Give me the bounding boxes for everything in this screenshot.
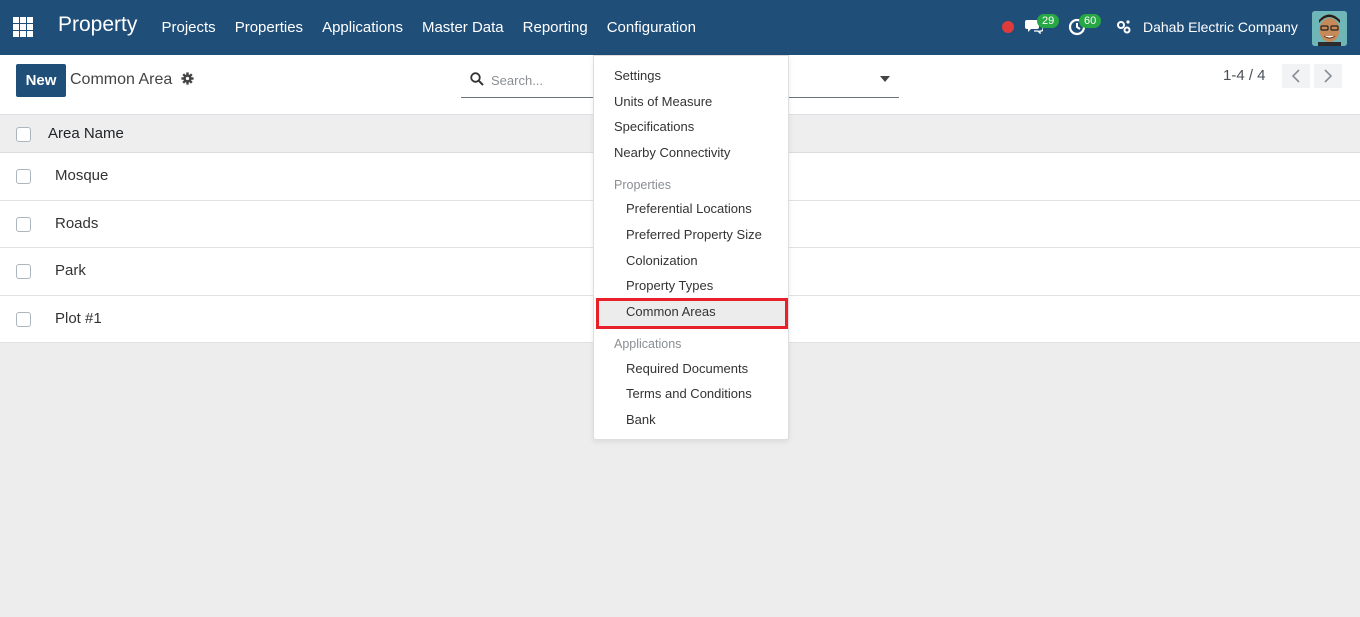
area-name-cell: Park xyxy=(55,262,86,279)
dropdown-section-properties: Properties xyxy=(614,178,671,192)
menu-properties[interactable]: Properties xyxy=(225,0,312,55)
record-dot-icon[interactable] xyxy=(1002,21,1014,33)
area-name-cell: Roads xyxy=(55,214,99,232)
breadcrumb: Common Area xyxy=(70,71,173,88)
dropdown-item-preferred-property-size[interactable]: Preferred Property Size xyxy=(626,227,762,242)
dropdown-item-bank[interactable]: Bank xyxy=(626,412,656,427)
gear-icon[interactable] xyxy=(181,72,194,85)
app-brand[interactable]: Property xyxy=(58,13,137,37)
dropdown-item-specifications[interactable]: Specifications xyxy=(614,119,694,134)
user-avatar[interactable] xyxy=(1312,11,1347,46)
pager-previous-button[interactable] xyxy=(1282,64,1310,88)
top-navbar: Property Projects Properties Application… xyxy=(0,0,1360,55)
dropdown-item-colonization[interactable]: Colonization xyxy=(626,253,698,268)
dropdown-item-common-areas[interactable]: Common Areas xyxy=(626,304,716,319)
search-icon xyxy=(470,72,484,86)
pager-next-button[interactable] xyxy=(1314,64,1342,88)
menu-configuration[interactable]: Configuration xyxy=(597,0,706,55)
dropdown-item-required-documents[interactable]: Required Documents xyxy=(626,361,748,376)
main-menu: Projects Properties Applications Master … xyxy=(152,0,706,55)
row-checkbox[interactable] xyxy=(16,264,31,279)
search-options-caret-icon[interactable] xyxy=(880,76,890,82)
configuration-dropdown: Settings Units of Measure Specifications… xyxy=(593,55,789,440)
column-header-area-name[interactable]: Area Name xyxy=(48,125,124,142)
activities-badge: 60 xyxy=(1079,14,1102,28)
area-name-cell: Mosque xyxy=(55,167,109,184)
dropdown-item-terms-and-conditions[interactable]: Terms and Conditions xyxy=(626,386,752,401)
menu-master-data[interactable]: Master Data xyxy=(412,0,513,55)
menu-reporting[interactable]: Reporting xyxy=(513,0,597,55)
menu-projects[interactable]: Projects xyxy=(152,0,225,55)
pager-value[interactable]: 1-4 / 4 xyxy=(1223,67,1266,84)
company-switch-icon[interactable] xyxy=(1116,19,1132,35)
new-button[interactable]: New xyxy=(16,64,66,97)
row-checkbox[interactable] xyxy=(16,169,31,184)
dropdown-item-preferential-locations[interactable]: Preferential Locations xyxy=(626,201,752,216)
company-name[interactable]: Dahab Electric Company xyxy=(1143,19,1298,35)
area-name-cell: Plot #1 xyxy=(55,309,102,327)
messages-badge: 29 xyxy=(1037,14,1060,28)
menu-applications[interactable]: Applications xyxy=(313,0,413,55)
apps-grid-icon[interactable] xyxy=(13,17,33,37)
dropdown-item-property-types[interactable]: Property Types xyxy=(626,278,713,293)
dropdown-section-applications: Applications xyxy=(614,337,682,351)
chevron-left-icon xyxy=(1291,69,1300,83)
chevron-right-icon xyxy=(1324,69,1333,83)
row-checkbox[interactable] xyxy=(16,216,31,232)
dropdown-item-units-of-measure[interactable]: Units of Measure xyxy=(614,94,712,109)
select-all-checkbox[interactable] xyxy=(16,127,31,142)
row-checkbox[interactable] xyxy=(16,311,31,327)
dropdown-item-nearby-connectivity[interactable]: Nearby Connectivity xyxy=(614,145,730,160)
avatar-face-icon xyxy=(1312,11,1347,46)
dropdown-item-settings[interactable]: Settings xyxy=(614,68,661,83)
